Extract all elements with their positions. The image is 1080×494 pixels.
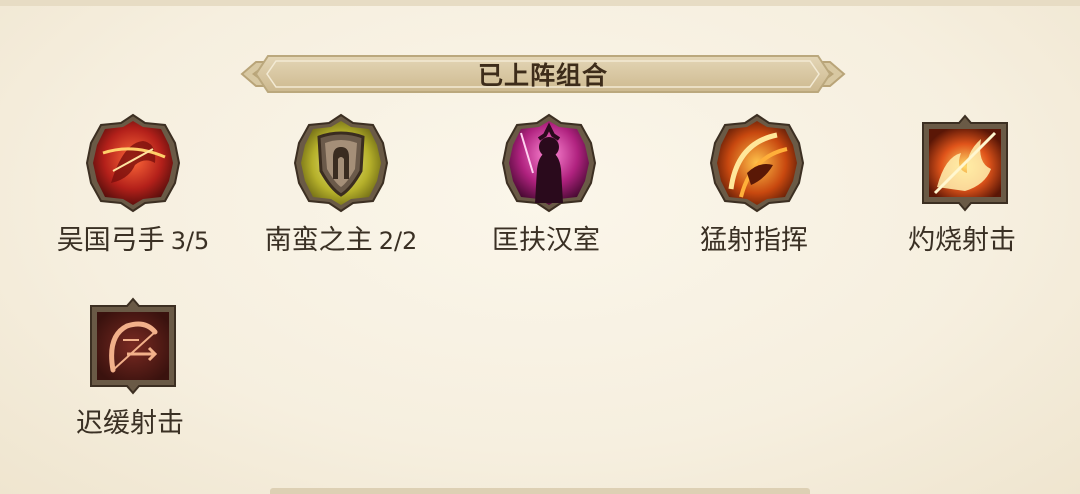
slowing-shot-bow-icon: [83, 296, 183, 396]
nanman-lord-shield-icon: [291, 113, 391, 213]
burning-shot-icon: [915, 113, 1015, 213]
trait-name: 猛射指挥: [700, 225, 808, 256]
trait-label: 迟缓射击: [18, 401, 248, 440]
next-section-edge: [270, 488, 810, 494]
trait-label: 吴国弓手 3/5: [18, 218, 248, 257]
trait-label: 南蛮之主 2/2: [226, 218, 456, 257]
trait-name: 吴国弓手: [56, 225, 165, 256]
trait-item-fierce-shot-command[interactable]: 猛射指挥: [662, 105, 852, 275]
banner-title: 已上阵组合: [477, 61, 608, 90]
trait-item-burning-shot[interactable]: 灼烧射击: [870, 105, 1060, 275]
trait-item-restore-han[interactable]: 匡扶汉室: [454, 105, 644, 275]
trait-name: 南蛮之主: [264, 225, 373, 256]
trait-count: 2/2: [378, 227, 418, 255]
fierce-shot-command-icon: [707, 113, 807, 213]
trait-label: 灼烧射击: [850, 218, 1080, 257]
trait-item-nanman-lord[interactable]: 南蛮之主 2/2: [246, 105, 436, 275]
section-banner: 已上阵组合: [238, 48, 848, 100]
trait-label: 猛射指挥: [642, 218, 872, 257]
trait-count: 3/5: [170, 227, 210, 255]
trait-label: 匡扶汉室: [434, 218, 664, 257]
trait-name: 迟缓射击: [76, 408, 184, 439]
restore-han-icon: [499, 113, 599, 213]
trait-item-slowing-shot[interactable]: 迟缓射击: [38, 288, 228, 458]
trait-item-wu-archer[interactable]: 吴国弓手 3/5: [38, 105, 228, 275]
trait-name: 灼烧射击: [908, 225, 1016, 256]
wu-archer-icon: [83, 113, 183, 213]
trait-name: 匡扶汉室: [492, 225, 600, 256]
panel-top-edge: [0, 0, 1080, 6]
